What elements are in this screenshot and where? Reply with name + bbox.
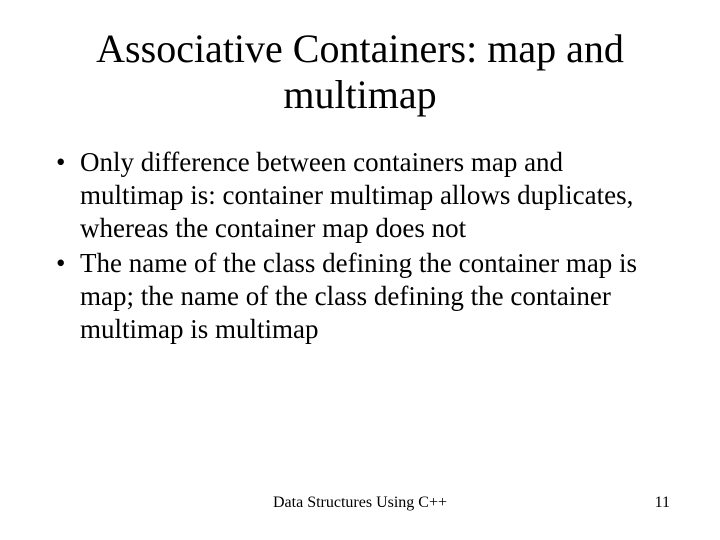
slide-footer: Data Structures Using C++ 11 xyxy=(0,494,720,512)
bullet-list: Only difference between containers map a… xyxy=(50,146,670,346)
slide-content: Only difference between containers map a… xyxy=(50,146,670,540)
list-item: The name of the class defining the conta… xyxy=(50,247,670,346)
slide-title: Associative Containers: map and multimap xyxy=(50,26,670,118)
slide: Associative Containers: map and multimap… xyxy=(0,0,720,540)
footer-text: Data Structures Using C++ xyxy=(273,494,447,512)
page-number: 11 xyxy=(655,494,670,512)
list-item: Only difference between containers map a… xyxy=(50,146,670,245)
